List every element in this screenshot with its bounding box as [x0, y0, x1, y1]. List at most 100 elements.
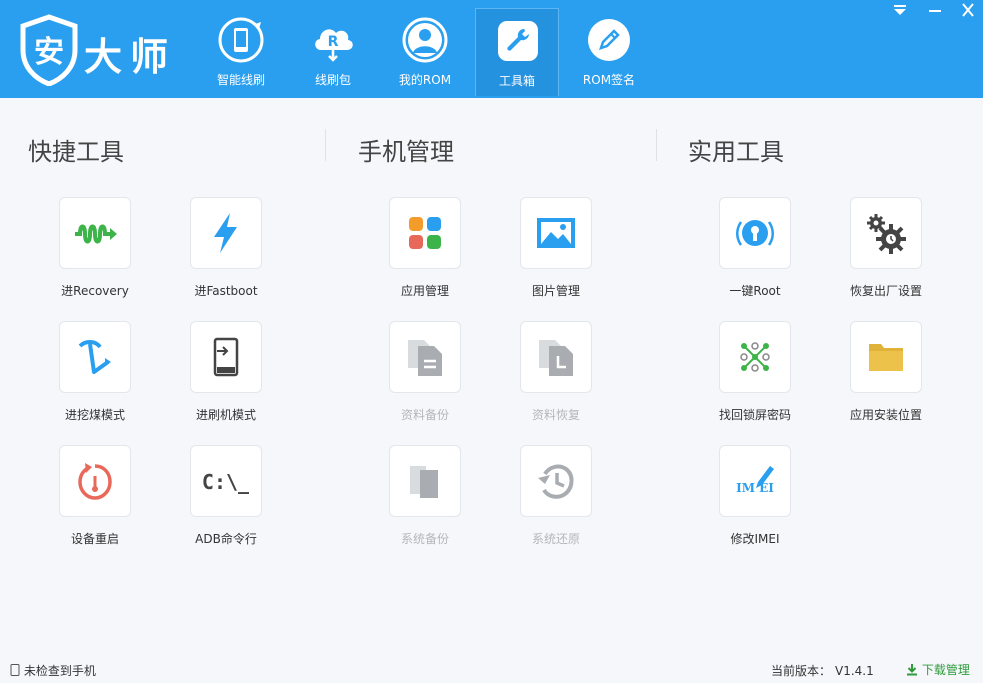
tool-icon-box	[520, 197, 592, 269]
svg-text:安: 安	[34, 35, 64, 70]
tab-smart-flash[interactable]: 智能线刷	[199, 8, 283, 96]
tool-photo-management[interactable]: 图片管理	[501, 197, 611, 307]
section-title-utility-tools: 实用工具	[688, 138, 784, 166]
tool-enter-dig-mode[interactable]: 进挖煤模式	[40, 321, 150, 431]
shield-logo-icon: 安	[20, 14, 78, 86]
tool-label: 系统备份	[400, 532, 449, 546]
tool-icon-box	[719, 321, 791, 393]
title-bar: 安 大师 智能线刷 R 线刷包 我的ROM 工具箱 ROM签名	[0, 0, 983, 98]
tab-label: 工具箱	[498, 74, 535, 88]
app-grid-icon	[409, 217, 441, 249]
tab-rom-package[interactable]: R 线刷包	[291, 8, 375, 96]
svg-text:C:\_: C:\_	[203, 470, 249, 494]
svg-text:R: R	[328, 34, 339, 50]
tool-icon-box	[850, 321, 922, 393]
tool-label: 设备重启	[70, 532, 119, 546]
pattern-lock-icon	[740, 342, 770, 372]
tool-label: 进Fastboot	[194, 284, 258, 298]
lightning-icon	[214, 213, 237, 253]
tool-system-restore[interactable]: 系统还原	[501, 445, 611, 555]
tab-label: 我的ROM	[398, 73, 452, 87]
document-restore-icon	[539, 340, 573, 376]
recovery-wave-icon	[75, 224, 117, 244]
close-icon[interactable]	[959, 3, 977, 17]
tool-label: 应用管理	[400, 284, 449, 298]
tool-icon-box	[850, 197, 922, 269]
tool-app-management[interactable]: 应用管理	[370, 197, 480, 307]
tool-label: ADB命令行	[195, 532, 257, 546]
tool-icon-box: C:\_	[190, 445, 262, 517]
tab-rom-signature[interactable]: ROM签名	[567, 8, 651, 96]
tool-label: 恢复出厂设置	[849, 284, 922, 298]
tool-icon-box	[389, 445, 461, 517]
tool-label: 应用安装位置	[849, 408, 922, 422]
phone-icon	[10, 664, 20, 676]
pickaxe-icon	[78, 340, 111, 374]
tool-icon-box	[520, 321, 592, 393]
tool-label: 资料恢复	[531, 408, 580, 422]
tab-toolbox[interactable]: 工具箱	[475, 8, 559, 96]
tab-my-rom[interactable]: 我的ROM	[383, 8, 467, 96]
tool-data-restore[interactable]: 资料恢复	[501, 321, 611, 431]
imei-edit-icon: IM EI	[736, 466, 774, 495]
version-label: 当前版本：	[771, 664, 832, 678]
tool-icon-box	[389, 321, 461, 393]
phone-enter-icon	[213, 337, 239, 377]
history-icon	[538, 464, 574, 499]
svg-text:IM EI: IM EI	[736, 481, 774, 495]
user-avatar-icon	[402, 17, 448, 63]
tool-icon-box	[59, 197, 131, 269]
tool-one-click-root[interactable]: 一键Root	[700, 197, 810, 307]
version-info: 当前版本： V1.4.1	[771, 662, 874, 679]
version-number: V1.4.1	[835, 664, 874, 678]
tool-enter-recovery[interactable]: 进Recovery	[40, 197, 150, 307]
tool-system-backup[interactable]: 系统备份	[370, 445, 480, 555]
tab-label: ROM签名	[582, 73, 636, 87]
tool-factory-reset[interactable]: 恢复出厂设置	[831, 197, 941, 307]
terminal-icon: C:\_	[203, 470, 249, 494]
tool-label: 进挖煤模式	[64, 408, 125, 422]
tool-label: 图片管理	[531, 284, 580, 298]
tool-modify-imei[interactable]: IM EI 修改IMEI	[700, 445, 810, 555]
tool-label: 系统还原	[531, 532, 580, 546]
section-title-phone-management: 手机管理	[358, 138, 454, 166]
document-backup-icon	[408, 340, 442, 376]
section-title-quick-tools: 快捷工具	[28, 138, 124, 166]
tool-icon-box: IM EI	[719, 445, 791, 517]
tool-label: 进Recovery	[61, 284, 129, 298]
tool-icon-box	[190, 321, 262, 393]
menu-dropdown-icon[interactable]	[891, 3, 909, 17]
tool-label: 进刷机模式	[195, 408, 256, 422]
tool-enter-flash-mode[interactable]: 进刷机模式	[171, 321, 281, 431]
download-icon	[907, 664, 917, 676]
phone-refresh-icon	[218, 17, 264, 63]
tool-app-install-location[interactable]: 应用安装位置	[831, 321, 941, 431]
gears-icon	[867, 214, 906, 254]
wrench-icon	[498, 21, 538, 61]
tool-icon-box	[520, 445, 592, 517]
tab-label: 智能线刷	[216, 73, 265, 87]
tool-label: 找回锁屏密码	[718, 408, 791, 422]
tool-adb-command-line[interactable]: C:\_ ADB命令行	[171, 445, 281, 555]
tool-icon-box	[719, 197, 791, 269]
tab-label: 线刷包	[314, 73, 351, 87]
system-backup-icon	[410, 466, 438, 498]
tool-enter-fastboot[interactable]: 进Fastboot	[171, 197, 281, 307]
image-icon	[537, 218, 575, 248]
tool-recover-lock-password[interactable]: 找回锁屏密码	[700, 321, 810, 431]
tool-device-reboot[interactable]: 设备重启	[40, 445, 150, 555]
minimize-icon[interactable]	[926, 3, 944, 17]
tool-label: 资料备份	[400, 408, 449, 422]
section-divider	[656, 129, 657, 161]
tool-icon-box	[59, 321, 131, 393]
device-status-text: 未检查到手机	[23, 664, 96, 678]
app-logo: 安 大师	[18, 14, 188, 88]
folder-icon	[869, 344, 903, 371]
download-manager-link[interactable]: 下载管理	[906, 661, 970, 678]
tool-icon-box	[59, 445, 131, 517]
device-status: 未检查到手机	[10, 662, 96, 679]
cloud-rom-icon: R	[315, 29, 353, 62]
tool-label: 一键Root	[729, 284, 781, 298]
tool-data-backup[interactable]: 资料备份	[370, 321, 480, 431]
download-manager-label: 下载管理	[921, 663, 970, 677]
